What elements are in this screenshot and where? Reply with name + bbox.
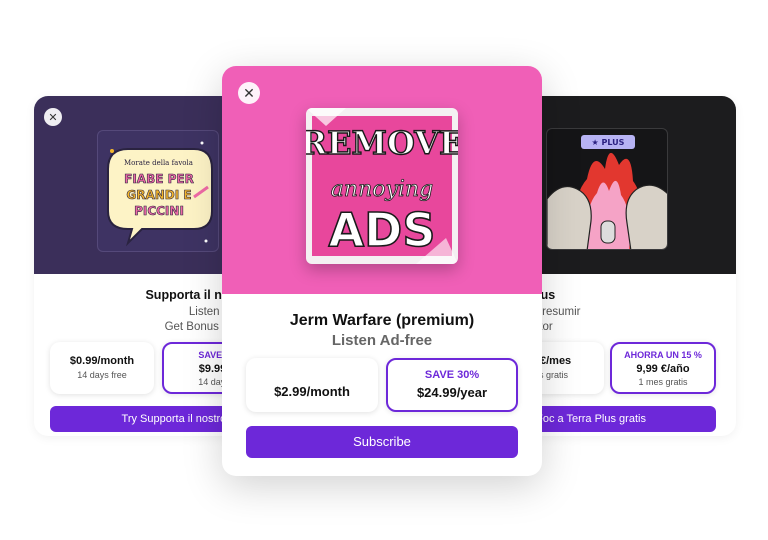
subscribe-button[interactable]: Subscribe — [246, 426, 518, 458]
paywall-card-jerm-warfare: ✕ REMOVE annoying ADS Jerm Warfare (prem… — [222, 66, 542, 476]
art-plus-badge: ★ PLUS — [592, 138, 625, 147]
monthly-plan-option[interactable]: $0.99/month 14 days free — [50, 342, 154, 394]
art-word-1: REMOVE — [306, 124, 458, 162]
monthly-trial: 14 days free — [77, 370, 127, 380]
podcast-artwork: Morate della favola FIABE PER GRANDI E P… — [97, 130, 219, 252]
close-icon[interactable]: ✕ — [44, 108, 62, 126]
yearly-badge: AHORRA UN 15 % — [624, 350, 702, 360]
svg-text:FIABE PER: FIABE PER — [124, 172, 194, 186]
monthly-price: $0.99/month — [69, 355, 135, 367]
close-icon[interactable]: ✕ — [238, 82, 260, 104]
svg-text:GRANDI E: GRANDI E — [126, 188, 191, 202]
yearly-price: 9,99 €/año — [636, 363, 690, 375]
card-subtitle: Listen Ad-free — [331, 332, 433, 349]
yearly-trial: 1 mes gratis — [638, 377, 688, 387]
podcast-artwork: ★ PLUS — [546, 128, 668, 250]
monthly-price: $2.99/month — [274, 384, 350, 399]
podcast-artwork: REMOVE annoying ADS — [306, 108, 458, 264]
yearly-price: $24.99/year — [416, 385, 488, 400]
yearly-plan-option[interactable]: AHORRA UN 15 % 9,99 €/año 1 mes gratis — [610, 342, 716, 394]
card-hero: ✕ REMOVE annoying ADS — [222, 66, 542, 294]
yearly-badge: SAVE 30% — [424, 369, 480, 381]
svg-text:PICCINI: PICCINI — [134, 204, 184, 218]
monthly-plan-option[interactable]: $2.99/month — [246, 358, 378, 412]
art-word-2: annoying — [331, 177, 433, 202]
art-small-title: Morate della favola — [124, 159, 193, 167]
art-word-3: ADS — [329, 203, 436, 257]
card-title: Jerm Warfare (premium) — [289, 312, 475, 329]
yearly-plan-option[interactable]: SAVE 30% $24.99/year — [386, 358, 518, 412]
